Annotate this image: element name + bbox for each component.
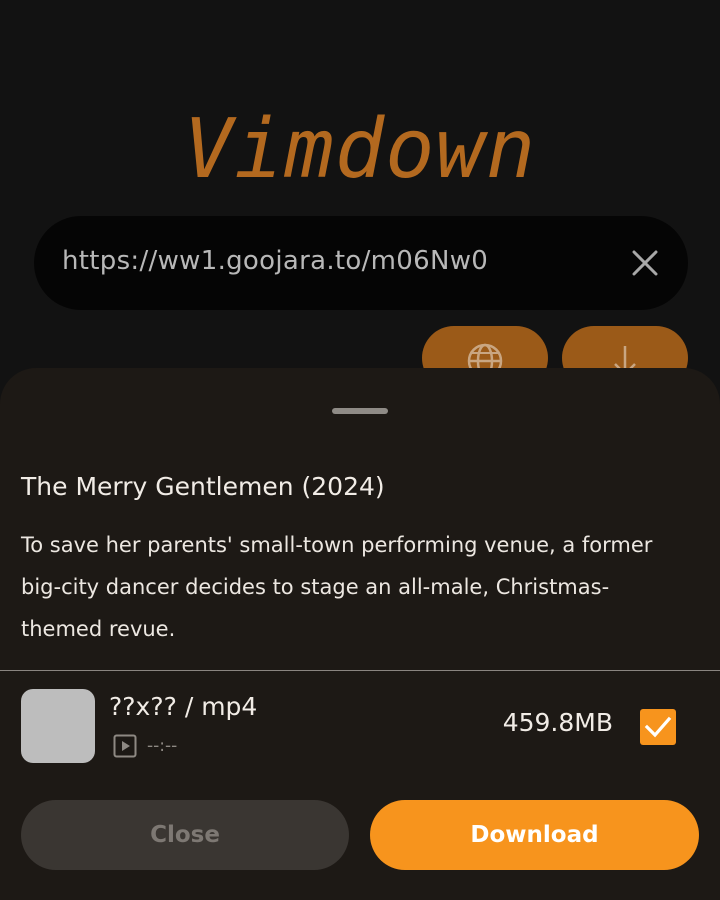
- select-checkbox[interactable]: [640, 709, 676, 745]
- video-format: ??x?? / mp4: [109, 692, 258, 721]
- app-logo: Vimdown: [183, 102, 537, 197]
- download-button[interactable]: Download: [370, 800, 699, 870]
- video-duration: --:--: [147, 736, 178, 756]
- url-input[interactable]: https://ww1.goojara.to/m06Nw0: [34, 216, 688, 310]
- close-icon[interactable]: [628, 246, 662, 280]
- url-input-value[interactable]: https://ww1.goojara.to/m06Nw0: [62, 246, 488, 276]
- video-title: The Merry Gentlemen (2024): [21, 472, 385, 501]
- play-icon: [113, 734, 137, 758]
- download-sheet: The Merry Gentlemen (2024) To save her p…: [0, 368, 720, 900]
- divider: [0, 670, 720, 671]
- video-description: To save her parents' small-town performi…: [21, 533, 653, 641]
- app-screen: Vimdown https://ww1.goojara.to/m06Nw0 Th…: [0, 0, 720, 900]
- video-thumbnail: [21, 689, 95, 763]
- sheet-drag-handle[interactable]: [332, 408, 388, 414]
- video-size: 459.8MB: [502, 708, 613, 737]
- close-button[interactable]: Close: [21, 800, 349, 870]
- check-icon: [644, 716, 672, 738]
